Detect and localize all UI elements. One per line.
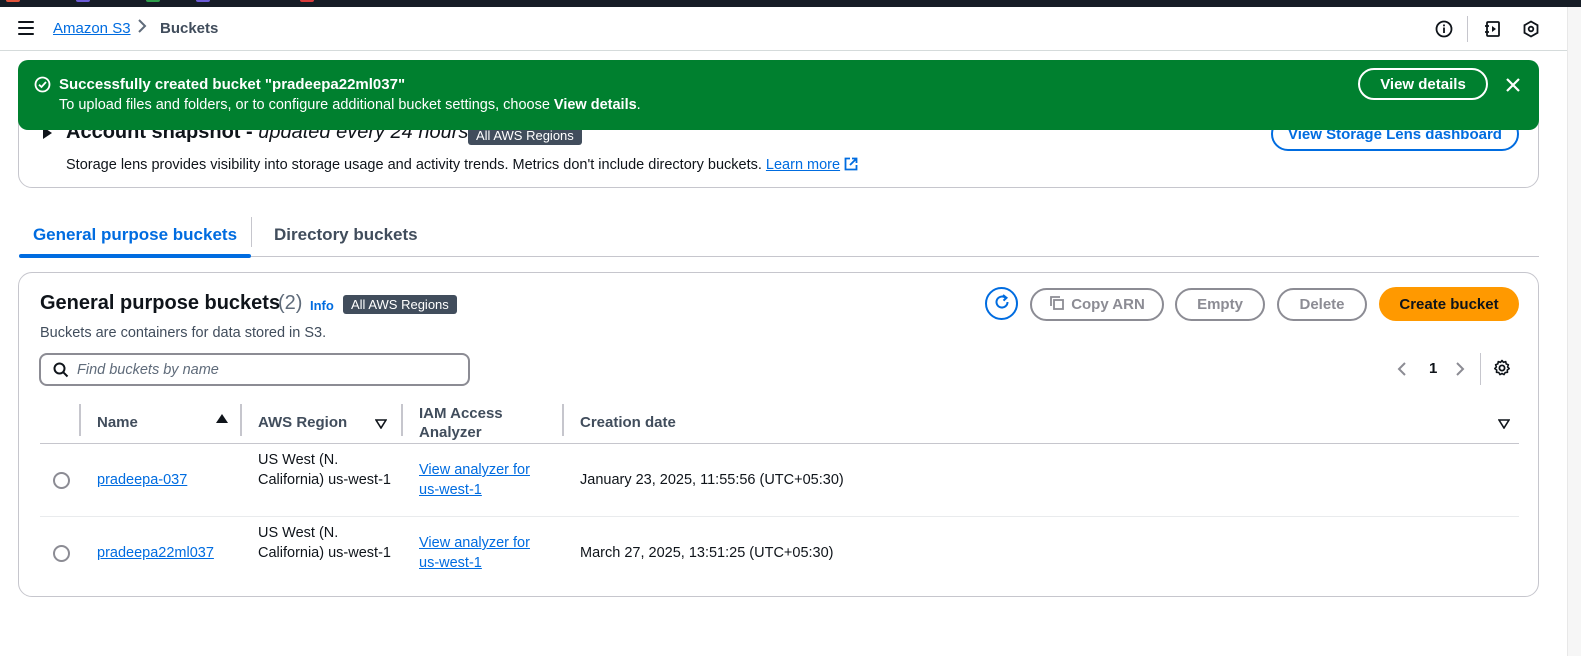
row-select-radio[interactable] — [53, 472, 70, 489]
empty-button[interactable]: Empty — [1175, 288, 1265, 321]
flash-message-suffix: . — [636, 97, 641, 113]
column-separator[interactable] — [401, 404, 403, 436]
view-details-button[interactable]: View details — [1358, 68, 1488, 100]
sort-descending-icon[interactable] — [374, 416, 388, 432]
table-row[interactable]: pradeepa22ml037 US West (N. California) … — [40, 517, 1519, 590]
copy-arn-label: Copy ARN — [1071, 296, 1145, 313]
search-field[interactable] — [39, 353, 470, 386]
view-analyzer-link[interactable]: View analyzer for us-west-1 — [419, 460, 544, 500]
column-separator — [79, 404, 81, 436]
flash-message-bold: View details — [553, 97, 637, 113]
info-icon[interactable] — [1434, 19, 1454, 39]
create-bucket-button[interactable]: Create bucket — [1379, 287, 1519, 321]
copy-arn-button[interactable]: Copy ARN — [1030, 288, 1164, 321]
external-link-icon[interactable] — [844, 157, 858, 175]
bucket-count: (2) — [278, 292, 303, 314]
learn-more-link[interactable]: Learn more — [766, 157, 840, 173]
bucket-name-link[interactable]: pradeepa22ml037 — [97, 543, 214, 563]
success-check-icon — [34, 76, 51, 96]
bucket-name-link[interactable]: pradeepa-037 — [97, 470, 187, 490]
search-input[interactable] — [77, 355, 462, 384]
tab-general-purpose-buckets[interactable]: General purpose buckets — [19, 212, 251, 258]
flash-message: To upload files and folders, or to confi… — [59, 97, 641, 113]
panel-title: General purpose buckets — [40, 292, 281, 314]
hamburger-icon[interactable] — [18, 21, 34, 35]
top-navigation-bar: Amazon S3 Buckets — [0, 7, 1567, 51]
pager-divider — [1480, 353, 1481, 385]
column-separator[interactable] — [562, 404, 564, 436]
success-flashbar: Successfully created bucket "pradeepa22m… — [18, 60, 1539, 130]
search-icon — [53, 362, 69, 381]
refresh-button[interactable] — [985, 287, 1018, 320]
notes-icon[interactable] — [1483, 19, 1503, 39]
toolbar-divider — [1467, 16, 1468, 42]
tab-divider — [251, 217, 252, 247]
snapshot-description-text: Storage lens provides visibility into st… — [66, 157, 766, 173]
flash-title: Successfully created bucket "pradeepa22m… — [59, 76, 406, 93]
page-scrollbar[interactable] — [1567, 7, 1581, 656]
info-link[interactable]: Info — [310, 298, 334, 313]
breadcrumb-amazon-s3[interactable]: Amazon S3 — [53, 20, 131, 37]
column-header-name[interactable]: Name — [97, 401, 138, 444]
delete-button[interactable]: Delete — [1277, 288, 1367, 321]
region-badge: All AWS Regions — [343, 295, 457, 314]
sort-ascending-icon[interactable] — [216, 414, 228, 423]
current-page-number[interactable]: 1 — [1429, 360, 1437, 377]
column-header-creation-date[interactable]: Creation date — [580, 401, 676, 444]
snapshot-description: Storage lens provides visibility into st… — [66, 157, 858, 175]
gear-icon[interactable] — [1493, 359, 1511, 380]
column-separator[interactable] — [240, 404, 242, 436]
breadcrumb-separator-icon — [137, 19, 147, 38]
chevron-left-icon[interactable] — [1397, 361, 1407, 380]
row-select-radio[interactable] — [53, 545, 70, 562]
browser-top-strip — [0, 0, 1581, 7]
copy-icon — [1049, 295, 1065, 315]
buckets-panel: General purpose buckets (2) Info All AWS… — [18, 272, 1539, 597]
view-analyzer-link[interactable]: View analyzer for us-west-1 — [419, 533, 544, 573]
tab-directory-buckets[interactable]: Directory buckets — [274, 212, 418, 257]
refresh-icon — [993, 293, 1011, 314]
bucket-region: US West (N. California) us-west-1 — [258, 525, 391, 561]
bucket-region: US West (N. California) us-west-1 — [258, 452, 391, 488]
sort-descending-icon[interactable] — [1497, 416, 1511, 432]
panel-description: Buckets are containers for data stored i… — [40, 325, 327, 341]
flash-message-prefix: To upload files and folders, or to confi… — [59, 97, 554, 113]
breadcrumb-current: Buckets — [160, 20, 219, 37]
close-icon[interactable] — [1502, 74, 1524, 96]
settings-hex-icon[interactable] — [1521, 19, 1541, 39]
column-header-region[interactable]: AWS Region — [258, 401, 347, 444]
column-header-iam-analyzer[interactable]: IAM Access Analyzer — [419, 401, 529, 444]
table-row[interactable]: pradeepa-037 US West (N. California) us-… — [40, 444, 1519, 517]
chevron-right-icon[interactable] — [1455, 361, 1465, 380]
bucket-type-tabs: General purpose buckets Directory bucket… — [19, 212, 1539, 258]
bucket-creation-date: January 23, 2025, 11:55:56 (UTC+05:30) — [580, 472, 844, 488]
table-header: Name AWS Region IAM Access Analyzer Crea… — [40, 401, 1519, 444]
bucket-creation-date: March 27, 2025, 13:51:25 (UTC+05:30) — [580, 545, 834, 561]
